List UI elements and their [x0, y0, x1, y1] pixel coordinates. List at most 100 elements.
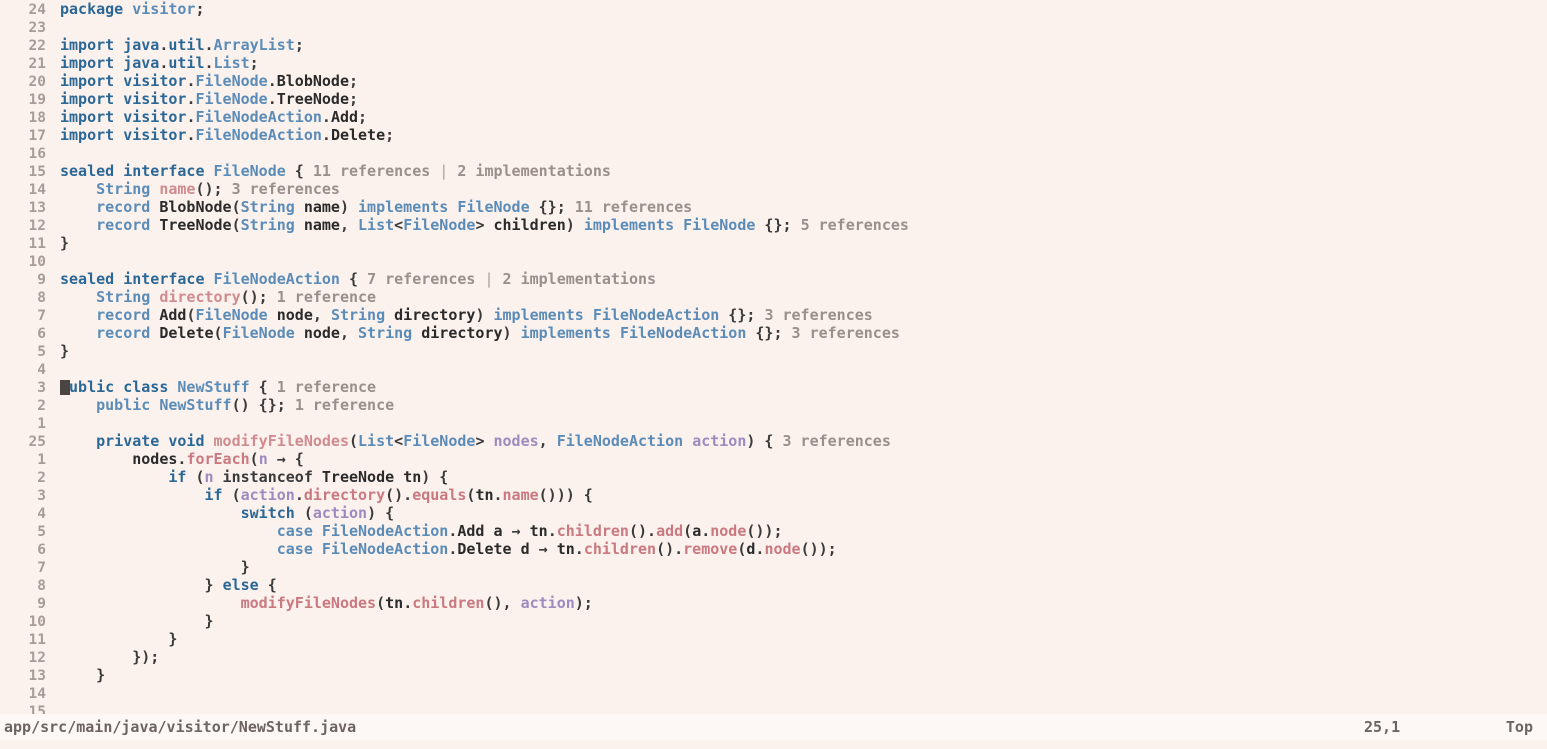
line-number: 5	[37, 524, 46, 540]
line-number: 1	[37, 416, 46, 432]
code-line[interactable]: 1 nodes.forEach(n → {	[0, 450, 1547, 468]
code-line[interactable]: 2 public NewStuff() {}; 1 reference	[0, 396, 1547, 414]
line-number: 11	[28, 632, 46, 648]
line-number: 4	[37, 362, 46, 378]
line-number: 3	[37, 488, 46, 504]
code-line[interactable]: 17 import visitor.FileNodeAction.Delete;	[0, 126, 1547, 144]
code-line[interactable]: 10	[0, 252, 1547, 270]
code-line[interactable]: 6 record Delete(FileNode node, String di…	[0, 324, 1547, 342]
line-number: 19	[28, 92, 46, 108]
code-text: if (n instanceof TreeNode tn) {	[168, 468, 449, 486]
line-number: 2	[37, 470, 46, 486]
code-line[interactable]: 24 package visitor;	[0, 0, 1547, 18]
code-line[interactable]: 3 public class NewStuff { 1 reference	[0, 378, 1547, 396]
code-text: switch (action) {	[240, 504, 395, 522]
line-number: 3	[37, 380, 46, 396]
line-number: 17	[28, 128, 46, 144]
code-line[interactable]: 19 import visitor.FileNode.TreeNode;	[0, 90, 1547, 108]
line-number: 4	[37, 506, 46, 522]
code-line[interactable]: 20 import visitor.FileNode.BlobNode;	[0, 72, 1547, 90]
code-line[interactable]: 7 record Add(FileNode node, String direc…	[0, 306, 1547, 324]
code-editor[interactable]: 24 package visitor; 23 22 import java.util.…	[0, 0, 1547, 720]
code-text: import java.util.List;	[60, 54, 259, 72]
code-line[interactable]: 22 import java.util.ArrayList;	[0, 36, 1547, 54]
code-line[interactable]: 15 sealed interface FileNode { 11 referen…	[0, 162, 1547, 180]
line-number: 12	[28, 218, 46, 234]
code-text: case FileNodeAction.Add a → tn.children(…	[276, 522, 783, 540]
code-text: public class NewStuff { 1 reference	[60, 378, 377, 396]
line-number: 18	[28, 110, 46, 126]
line-number: 10	[28, 254, 46, 270]
line-number: 15	[28, 164, 46, 180]
code-text: String directory(); 1 reference	[96, 288, 377, 306]
line-number: 14	[28, 686, 46, 702]
line-number: 24	[28, 2, 46, 18]
line-number: 7	[37, 560, 46, 576]
code-text: }	[60, 666, 106, 684]
code-text: import visitor.FileNode.BlobNode;	[60, 72, 359, 90]
line-number: 10	[28, 614, 46, 630]
line-number: 7	[37, 308, 46, 324]
code-line[interactable]: 11 }	[0, 630, 1547, 648]
code-line[interactable]: 13 record BlobNode(String name) implemen…	[0, 198, 1547, 216]
code-text: } else {	[60, 576, 277, 594]
code-text: import java.util.ArrayList;	[60, 36, 304, 54]
code-text: package visitor;	[60, 0, 205, 18]
code-line[interactable]: 9 modifyFileNodes(tn.children(), action)…	[0, 594, 1547, 612]
code-line[interactable]: 25 private void modifyFileNodes(List<Fil…	[0, 432, 1547, 450]
code-line[interactable]: 14	[0, 684, 1547, 702]
code-line[interactable]: 8 } else {	[0, 576, 1547, 594]
code-line[interactable]: 2 if (n instanceof TreeNode tn) {	[0, 468, 1547, 486]
code-line[interactable]: 21 import java.util.List;	[0, 54, 1547, 72]
code-line[interactable]: 7 }	[0, 558, 1547, 576]
code-line[interactable]: 4 switch (action) {	[0, 504, 1547, 522]
code-line[interactable]: 8 String directory(); 1 reference	[0, 288, 1547, 306]
code-line[interactable]: 18 import visitor.FileNodeAction.Add;	[0, 108, 1547, 126]
code-text: import visitor.FileNode.TreeNode;	[60, 90, 359, 108]
line-number: 22	[28, 38, 46, 54]
line-number: 9	[37, 596, 46, 612]
code-text: }	[60, 342, 70, 360]
code-text: case FileNodeAction.Delete d → tn.childr…	[276, 540, 837, 558]
code-text: if (action.directory().equals(tn.name())…	[204, 486, 593, 504]
line-number: 11	[28, 236, 46, 252]
line-number: 1	[37, 452, 46, 468]
line-number: 8	[37, 290, 46, 306]
code-line[interactable]: 6 case FileNodeAction.Delete d → tn.chil…	[0, 540, 1547, 558]
line-number: 6	[37, 542, 46, 558]
code-line[interactable]: 16	[0, 144, 1547, 162]
line-number: 13	[28, 668, 46, 684]
code-text: import visitor.FileNodeAction.Delete;	[60, 126, 395, 144]
text-cursor	[60, 380, 70, 395]
code-text: record Delete(FileNode node, String dire…	[96, 324, 900, 342]
code-line[interactable]: 4	[0, 360, 1547, 378]
code-text: record TreeNode(String name, List<FileNo…	[96, 216, 909, 234]
line-number: 16	[28, 146, 46, 162]
code-text: }	[60, 630, 178, 648]
code-text: record BlobNode(String name) implements …	[96, 198, 693, 216]
code-line[interactable]: 14 String name(); 3 references	[0, 180, 1547, 198]
code-text: modifyFileNodes(tn.children(), action);	[240, 594, 593, 612]
code-line[interactable]: 12 });	[0, 648, 1547, 666]
statusline-scroll-position: Top	[1505, 718, 1533, 736]
code-line[interactable]: 3 if (action.directory().equals(tn.name(…	[0, 486, 1547, 504]
code-line[interactable]: 5}	[0, 342, 1547, 360]
code-line[interactable]: 9 sealed interface FileNodeAction { 7 ref…	[0, 270, 1547, 288]
code-text: });	[60, 648, 160, 666]
code-line[interactable]: 1	[0, 414, 1547, 432]
code-line[interactable]: 23	[0, 18, 1547, 36]
code-line[interactable]: 13 }	[0, 666, 1547, 684]
code-line[interactable]: 12 record TreeNode(String name, List<Fil…	[0, 216, 1547, 234]
line-number: 21	[28, 56, 46, 72]
command-line[interactable]	[0, 740, 1547, 749]
code-line[interactable]: 5 case FileNodeAction.Add a → tn.childre…	[0, 522, 1547, 540]
code-line[interactable]: 11}	[0, 234, 1547, 252]
statusline-cursor-position: 25,1	[1364, 718, 1401, 736]
code-line[interactable]: 10 }	[0, 612, 1547, 630]
